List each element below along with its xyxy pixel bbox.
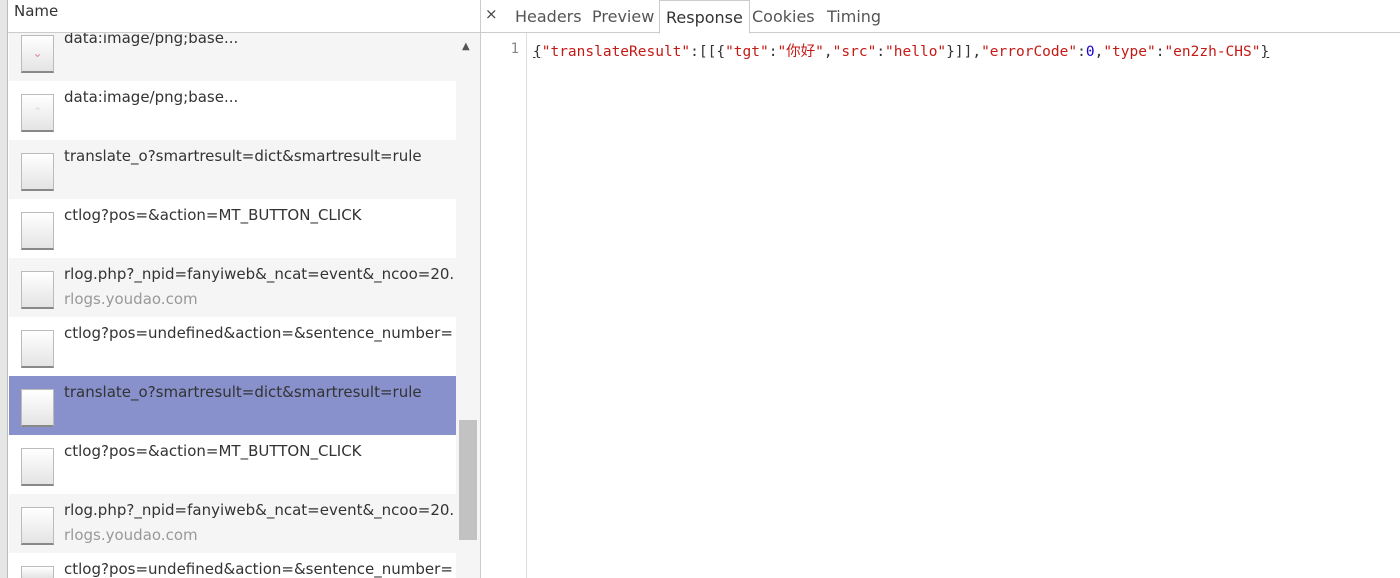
- json-token: "en2zh-CHS": [1164, 44, 1261, 60]
- request-row[interactable]: rlog.php?_npid=fanyiweb&_ncat=event&_nco…: [9, 494, 456, 553]
- request-row[interactable]: ⌃ data:image/png;base...: [9, 81, 456, 140]
- json-token: }]],: [946, 44, 982, 60]
- request-domain: rlogs.youdao.com: [64, 290, 198, 308]
- file-icon: [21, 330, 54, 368]
- json-token: "你好": [777, 44, 824, 60]
- line-number: 1: [510, 41, 519, 57]
- panel-edge: [0, 0, 8, 578]
- json-token: "hello": [885, 44, 947, 60]
- request-name: ctlog?pos=&action=MT_BUTTON_CLICK: [64, 442, 362, 460]
- json-token: "type": [1103, 44, 1156, 60]
- request-row[interactable]: ctlog?pos=&action=MT_BUTTON_CLICK: [9, 435, 456, 494]
- json-token: :: [876, 44, 886, 60]
- file-icon: [21, 566, 54, 578]
- list-scrollbar[interactable]: ▲: [456, 33, 480, 578]
- request-name: ctlog?pos=&action=MT_BUTTON_CLICK: [64, 206, 362, 224]
- request-list: ⌄ data:image/png;base... ⌃ data:image/png;b…: [9, 22, 456, 578]
- json-token: "src": [832, 44, 877, 60]
- name-column-header[interactable]: Name: [8, 0, 480, 33]
- file-icon: [21, 212, 54, 250]
- tab-preview[interactable]: Preview: [586, 0, 660, 34]
- file-icon: [21, 507, 54, 545]
- request-name: rlog.php?_npid=fanyiweb&_ncat=event&_nco…: [64, 501, 455, 519]
- request-list-panel: Name ⌄ data:image/png;base... ⌃ data:image/…: [0, 0, 481, 578]
- scroll-up-arrow-icon[interactable]: ▲: [462, 41, 470, 52]
- file-icon: [21, 271, 54, 309]
- request-row[interactable]: translate_o?smartresult=dict&smartresult…: [9, 140, 456, 199]
- json-token: :[[{: [690, 44, 726, 60]
- json-token: {: [533, 44, 542, 60]
- json-token: "errorCode": [981, 44, 1078, 60]
- json-token: "tgt": [725, 44, 769, 60]
- tab-response[interactable]: Response: [659, 0, 750, 34]
- json-token: ,: [1094, 44, 1104, 60]
- request-row[interactable]: translate_o?smartresult=dict&smartresult…: [9, 376, 456, 435]
- request-name: translate_o?smartresult=dict&smartresult…: [64, 147, 422, 165]
- tab-cookies[interactable]: Cookies: [746, 0, 821, 34]
- request-name: ctlog?pos=undefined&action=&sentence_num…: [64, 560, 453, 578]
- request-row[interactable]: ctlog?pos=&action=MT_BUTTON_CLICK: [9, 199, 456, 258]
- json-token: :: [1077, 44, 1086, 60]
- request-row[interactable]: ctlog?pos=undefined&action=&sentence_num…: [9, 317, 456, 376]
- request-name: rlog.php?_npid=fanyiweb&_ncat=event&_nco…: [64, 265, 455, 283]
- file-icon: [21, 153, 54, 191]
- chevron-down-icon: ⌄: [21, 35, 54, 73]
- line-gutter: 1: [481, 33, 527, 578]
- file-icon: [21, 448, 54, 486]
- tab-timing[interactable]: Timing: [821, 0, 887, 34]
- request-name: ctlog?pos=undefined&action=&sentence_num…: [64, 324, 453, 342]
- json-token: 0: [1085, 44, 1095, 60]
- scrollbar-thumb[interactable]: [459, 420, 477, 540]
- detail-tabs: × Headers Preview Response Cookies Timing: [481, 0, 1400, 34]
- response-body[interactable]: {"translateResult":[[{"tgt":"你好","src":"…: [533, 40, 1269, 61]
- close-icon[interactable]: ×: [485, 5, 498, 23]
- json-token: ,: [823, 44, 833, 60]
- chevron-up-icon: ⌃: [21, 94, 54, 132]
- json-token: }: [1260, 44, 1270, 60]
- tab-headers[interactable]: Headers: [509, 0, 588, 34]
- request-name: translate_o?smartresult=dict&smartresult…: [64, 383, 422, 401]
- file-icon: [21, 389, 54, 427]
- json-token: "translateResult": [541, 44, 691, 60]
- request-domain: rlogs.youdao.com: [64, 526, 198, 544]
- request-row[interactable]: ctlog?pos=undefined&action=&sentence_num…: [9, 553, 456, 578]
- request-row[interactable]: rlog.php?_npid=fanyiweb&_ncat=event&_nco…: [9, 258, 456, 317]
- request-name: data:image/png;base...: [64, 88, 239, 106]
